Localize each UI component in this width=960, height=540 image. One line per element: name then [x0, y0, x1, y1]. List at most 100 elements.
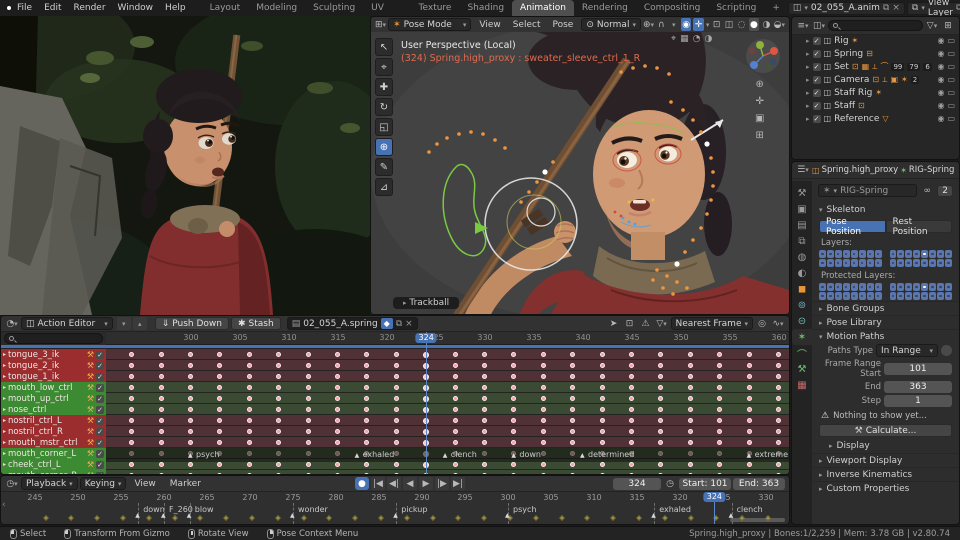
keyframe-row-nostril_ctrl_L[interactable]: [106, 415, 789, 426]
keyframe[interactable]: [246, 429, 252, 434]
keyframe[interactable]: [335, 363, 340, 368]
layer-toggle[interactable]: [858, 283, 866, 291]
outliner-search-input[interactable]: [828, 20, 923, 31]
layer-toggle[interactable]: [874, 250, 882, 258]
keyframe[interactable]: [629, 374, 634, 379]
keyframe[interactable]: [158, 440, 164, 445]
modifier-wrench-icon[interactable]: ⚒: [87, 372, 94, 381]
keyframe[interactable]: [599, 418, 605, 423]
paths-range-toggle[interactable]: [941, 345, 952, 356]
keyframe[interactable]: [540, 462, 546, 467]
keyframe[interactable]: [658, 429, 664, 434]
layer-toggle[interactable]: [834, 292, 842, 300]
modifier-wrench-icon[interactable]: ⚒: [87, 416, 94, 425]
panel-header-pose-library[interactable]: ▸ Pose Library: [813, 315, 958, 329]
keyframe[interactable]: [746, 385, 752, 390]
channel-mouth_mstr_ctrl[interactable]: ▸ mouth_mstr_ctrl ⚒ ✓: [1, 437, 106, 448]
jump-to-start-icon[interactable]: |◀: [370, 477, 385, 490]
snap-options[interactable]: ▾: [668, 18, 678, 31]
hide-hidden-filter-icon[interactable]: ⊡: [623, 317, 637, 330]
fake-user-icon[interactable]: ◆: [380, 318, 393, 329]
channel-enable-checkbox[interactable]: ✓: [96, 471, 104, 474]
pan-icon[interactable]: ✛: [755, 96, 764, 107]
expand-icon[interactable]: ▸: [3, 384, 6, 391]
keyframe[interactable]: [217, 396, 223, 401]
frame-end-field[interactable]: End: 363: [733, 477, 785, 490]
timeline-keyframe[interactable]: [403, 515, 410, 521]
hide-eye-icon[interactable]: ◉: [937, 36, 944, 45]
prev-keyframe-icon[interactable]: ◀|: [386, 477, 401, 490]
keyframe[interactable]: [188, 440, 193, 445]
keyframe[interactable]: [129, 473, 135, 474]
outliner-row-camera[interactable]: ▸ ✓ ◫ Camera ⊡ ⟂ ▣ ✶ 2 ◉ ▭: [792, 73, 959, 86]
layer-toggle[interactable]: [929, 250, 937, 258]
layer-toggle[interactable]: [819, 250, 826, 258]
keyframe[interactable]: [717, 429, 723, 434]
timeline-marker-menu[interactable]: Marker: [164, 476, 207, 492]
channel-search-input[interactable]: [4, 333, 103, 344]
keyframe[interactable]: [188, 462, 193, 467]
proportional-edit-icon[interactable]: ◉: [680, 18, 692, 31]
expand-icon[interactable]: ▸: [806, 37, 810, 45]
use-preview-range-icon[interactable]: ◷: [663, 477, 677, 490]
only-selected-filter-icon[interactable]: ➤: [607, 317, 621, 330]
keyframe[interactable]: [305, 407, 311, 412]
tool-move[interactable]: ✚: [375, 78, 393, 96]
keyframe[interactable]: [717, 407, 723, 412]
timeline-keyframe[interactable]: [429, 515, 436, 521]
play-icon[interactable]: ▶: [418, 477, 433, 490]
keyframe[interactable]: [482, 407, 487, 412]
keyframe[interactable]: [776, 473, 781, 474]
properties-tab-tool[interactable]: ⚒: [792, 185, 812, 201]
keyframe-row-mouth_mstr_ctrl[interactable]: [106, 437, 789, 448]
marker-triangle-icon[interactable]: ▲: [187, 512, 192, 519]
motion-paths-panel-header[interactable]: ▾ Motion Paths: [813, 329, 958, 343]
tool-cursor[interactable]: ⌖: [375, 58, 393, 76]
timeline-keyframe[interactable]: [687, 515, 694, 521]
layer-toggle[interactable]: [866, 250, 874, 258]
expand-icon[interactable]: ▸: [3, 362, 6, 369]
timeline-keyframe[interactable]: [223, 515, 230, 521]
dopesheet-ruler[interactable]: 300305310315320325330335340345350355360: [1, 332, 789, 345]
layer-toggle[interactable]: [858, 259, 866, 267]
timeline-keyframe[interactable]: [378, 515, 384, 521]
modifier-wrench-icon[interactable]: ⚒: [87, 361, 94, 370]
keyframe[interactable]: [540, 363, 546, 368]
keyframe[interactable]: [276, 473, 282, 474]
keyframe[interactable]: [217, 374, 223, 379]
layer-toggle[interactable]: [905, 259, 913, 267]
keyframe[interactable]: [335, 418, 340, 423]
keyframe[interactable]: [393, 473, 399, 474]
keyframe[interactable]: [570, 396, 576, 401]
keyframe[interactable]: [188, 429, 193, 434]
expand-icon[interactable]: ▸: [3, 439, 6, 446]
marker-triangle-icon[interactable]: ▲: [580, 452, 585, 459]
channel-tongue_2_ik[interactable]: ▸ tongue_2_ik ⚒ ✓: [1, 360, 106, 371]
rest-position-button[interactable]: Rest Position: [885, 217, 952, 237]
keyframe[interactable]: [452, 473, 458, 474]
layer-toggle[interactable]: [850, 259, 858, 267]
properties-tab-scene[interactable]: ◍: [792, 249, 812, 265]
playhead-line[interactable]: [426, 332, 428, 474]
calculate-paths-button[interactable]: ⚒ Calculate...: [819, 424, 952, 437]
modifier-wrench-icon[interactable]: ⚒: [87, 405, 94, 414]
timeline-keyframe[interactable]: [145, 515, 152, 521]
hide-eye-icon[interactable]: ◉: [937, 62, 944, 71]
keyframe[interactable]: [217, 473, 223, 474]
keyframe[interactable]: [246, 396, 252, 401]
properties-editor-type-icon[interactable]: ☰ ▾: [796, 164, 810, 177]
keyframe[interactable]: [217, 418, 223, 423]
keyframe[interactable]: [599, 407, 605, 412]
keyframe[interactable]: [658, 374, 664, 379]
collection-checkbox[interactable]: ✓: [812, 114, 821, 123]
workspace-tab-shading[interactable]: Shading: [459, 0, 512, 16]
keyframe[interactable]: [717, 352, 723, 357]
keyframe[interactable]: [305, 440, 311, 445]
new-collection-icon[interactable]: ⊞: [941, 19, 955, 32]
gizmos-toggle-icon[interactable]: ✛: [693, 18, 704, 31]
panel-header-custom-properties[interactable]: ▸ Custom Properties: [813, 481, 958, 495]
keyframe[interactable]: [570, 374, 576, 379]
frame-start-field[interactable]: Start: 101: [679, 477, 731, 490]
expand-icon[interactable]: ▸: [806, 115, 810, 123]
timeline-keyframe[interactable]: [171, 515, 178, 521]
